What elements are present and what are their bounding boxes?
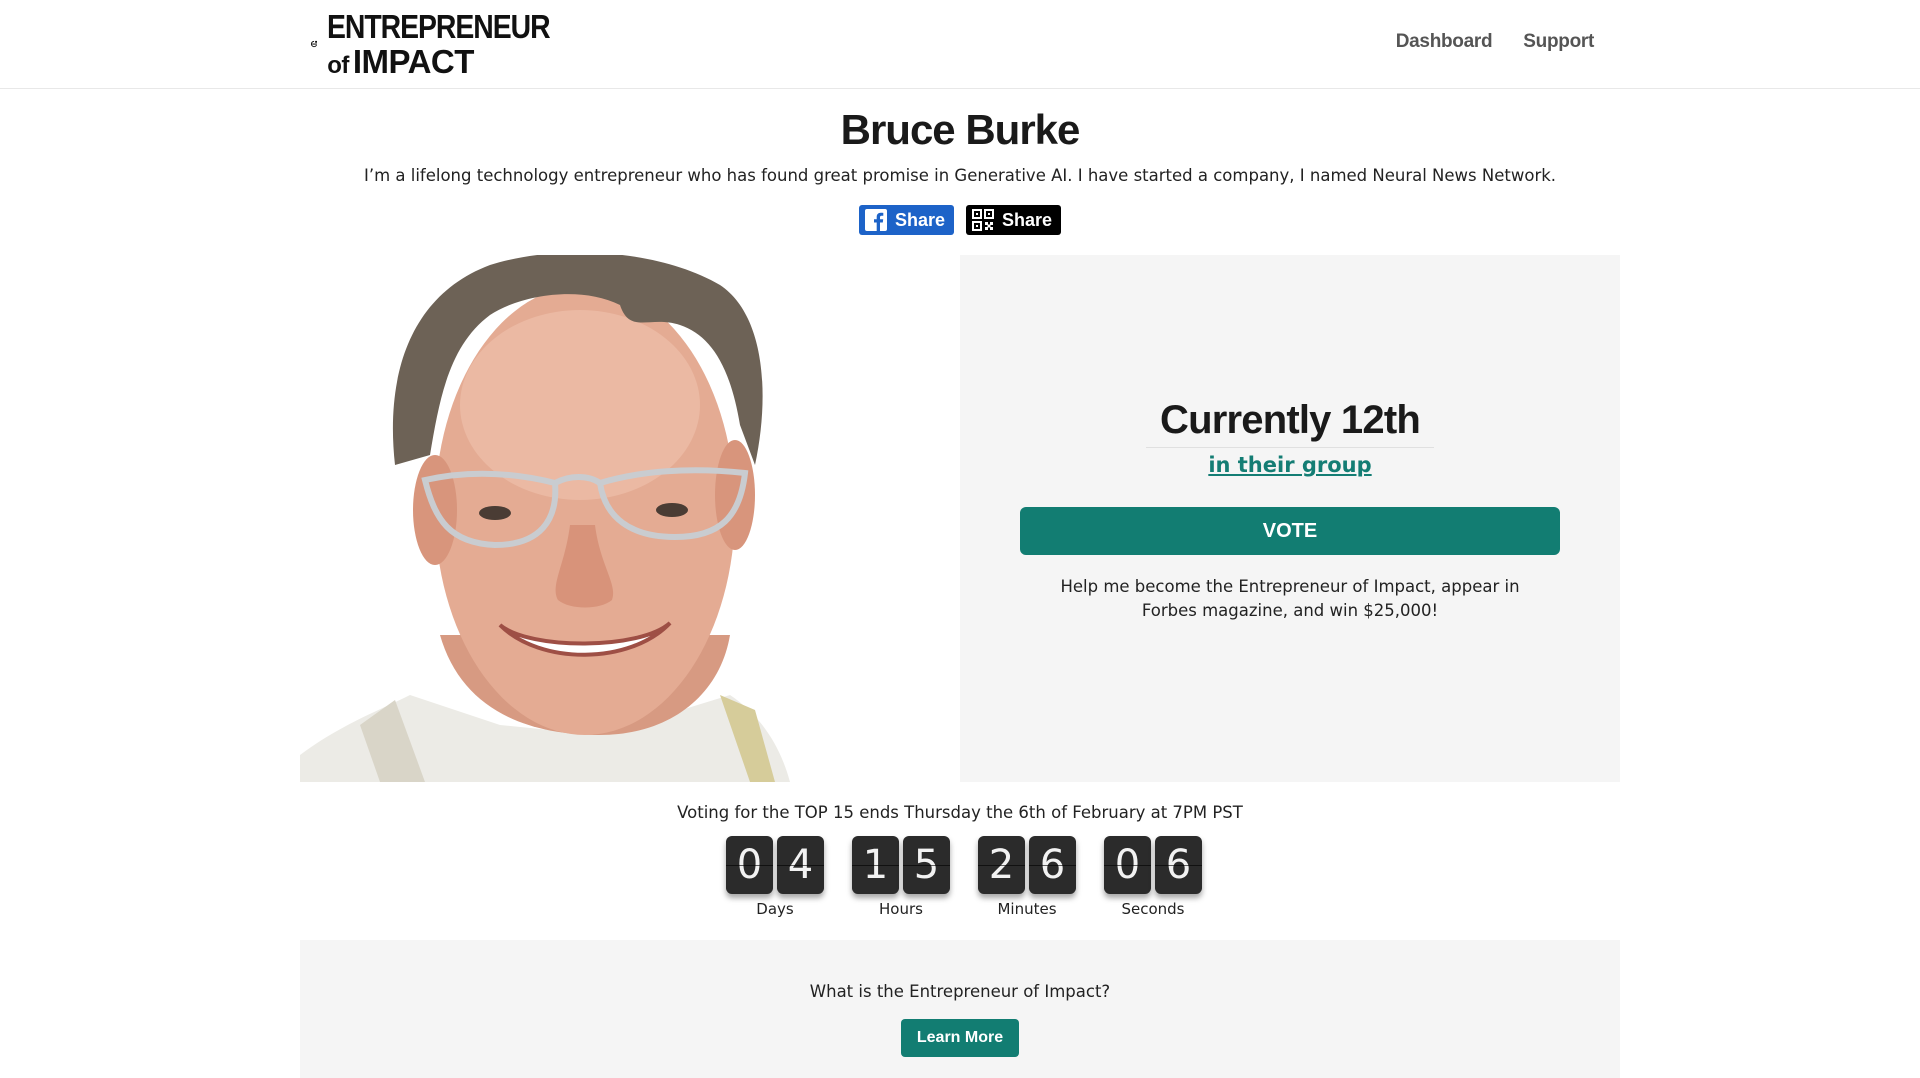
- nav-dashboard-link[interactable]: Dashboard: [1396, 31, 1493, 53]
- logo-line-entrepreneur: ENTREPRENEUR: [327, 8, 551, 45]
- vote-button[interactable]: VOTE: [1020, 507, 1560, 555]
- countdown-days: 0 4 Days: [722, 836, 828, 918]
- entrant-name: Bruce Burke: [840, 106, 1081, 153]
- days-digit-tens: 0: [726, 836, 773, 894]
- countdown-timer: 0 4 Days 1 5 Hours 2 6 Minutes 0 6 Secon…: [722, 836, 1206, 918]
- rank-container: Currently 12th: [960, 398, 1620, 448]
- facebook-share-label: Share: [894, 209, 945, 230]
- days-digit-ones: 4: [777, 836, 824, 894]
- entrant-photo: [300, 255, 960, 782]
- learn-more-section: What is the Entrepreneur of Impact? Lear…: [300, 940, 1620, 1078]
- logo-text: ENTREPRENEUR of IMPACT: [327, 10, 586, 78]
- share-buttons: Share Share: [0, 205, 1920, 235]
- days-label: Days: [756, 900, 794, 918]
- site-logo[interactable]: ENTREPRENEUR of IMPACT: [311, 10, 586, 78]
- seconds-label: Seconds: [1121, 900, 1185, 918]
- facebook-share-button[interactable]: Share: [858, 205, 954, 235]
- logo-impact: IMPACT: [352, 43, 475, 80]
- seconds-digit-tens: 0: [1104, 836, 1151, 894]
- days-digits: 0 4: [726, 836, 824, 894]
- entrant-bio: I’m a lifelong technology entrepreneur w…: [363, 166, 1557, 185]
- voting-deadline: Voting for the TOP 15 ends Thursday the …: [677, 803, 1243, 822]
- minutes-digit-ones: 6: [1029, 836, 1076, 894]
- logo-of: of: [327, 52, 349, 79]
- logo-line-impact: of IMPACT: [327, 45, 586, 78]
- facebook-icon: [864, 209, 887, 231]
- qr-code-icon: [972, 209, 994, 231]
- hours-label: Hours: [879, 900, 923, 918]
- seconds-digits: 0 6: [1104, 836, 1202, 894]
- vote-help-text: Help me become the Entrepreneur of Impac…: [1060, 577, 1520, 620]
- main-nav: Dashboard Support: [1396, 31, 1595, 53]
- hours-digit-tens: 1: [852, 836, 899, 894]
- minutes-label: Minutes: [997, 900, 1057, 918]
- learn-more-button[interactable]: Learn More: [901, 1019, 1019, 1057]
- logo-mark-icon: [311, 40, 318, 48]
- site-header: ENTREPRENEUR of IMPACT Dashboard Support: [0, 0, 1920, 89]
- countdown-seconds: 0 6 Seconds: [1100, 836, 1206, 918]
- countdown-minutes: 2 6 Minutes: [974, 836, 1080, 918]
- minutes-digits: 2 6: [978, 836, 1076, 894]
- qr-share-button[interactable]: Share: [966, 205, 1062, 235]
- seconds-digit-ones: 6: [1155, 836, 1202, 894]
- hours-digit-ones: 5: [903, 836, 950, 894]
- nav-support-link[interactable]: Support: [1523, 31, 1594, 53]
- learn-more-question: What is the Entrepreneur of Impact?: [809, 982, 1111, 1001]
- minutes-digit-tens: 2: [978, 836, 1025, 894]
- portrait-image: [300, 255, 790, 782]
- countdown-hours: 1 5 Hours: [848, 836, 954, 918]
- current-rank: Currently 12th: [1146, 398, 1434, 448]
- group-link[interactable]: in their group: [960, 453, 1620, 477]
- qr-share-label: Share: [1002, 209, 1053, 230]
- hours-digits: 1 5: [852, 836, 950, 894]
- vote-panel: Currently 12th in their group VOTE Help …: [960, 255, 1620, 782]
